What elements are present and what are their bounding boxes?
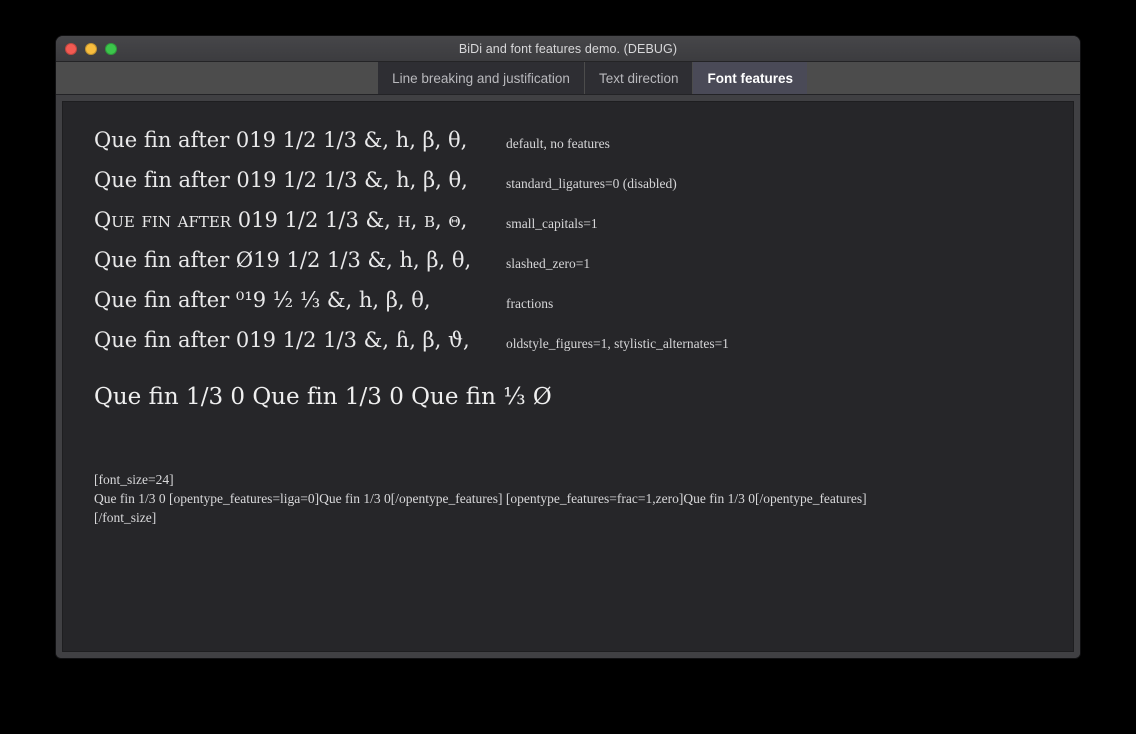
- mixed-segment-no-ligatures: Que fin 1/3 0: [252, 384, 404, 410]
- content-frame: Que fin after 019 1/2 1/3 &, h, β, θ, de…: [56, 95, 1080, 658]
- feature-sample-text: Que fin after 019 1/2 1/3 &, h, β, θ,: [94, 124, 467, 156]
- window-title: BiDi and font features demo. (DEBUG): [56, 42, 1080, 56]
- feature-sample-text: Que fin after 019 1/2 1/3 &, ɦ, β, ϑ,: [94, 324, 470, 356]
- tab-bar-leading-space: [56, 62, 378, 94]
- feature-label: slashed_zero=1: [506, 244, 590, 280]
- zoom-button[interactable]: [105, 43, 117, 55]
- feature-label: standard_ligatures=0 (disabled): [506, 164, 677, 200]
- close-button[interactable]: [65, 43, 77, 55]
- feature-row: Que fin after 019 1/2 1/3 &, h, β, θ, st…: [63, 164, 1073, 204]
- tab-text-direction[interactable]: Text direction: [585, 62, 694, 94]
- feature-label: fractions: [506, 284, 553, 320]
- feature-row: Que fin after 019 1/2 1/3 &, h, β, θ, de…: [63, 124, 1073, 164]
- feature-label: default, no features: [506, 124, 610, 160]
- feature-label: oldstyle_figures=1, stylistic_alternates…: [506, 324, 729, 360]
- feature-sample-text: Que fin after 019 1/2 1/3 &, h, β, θ,: [94, 164, 468, 196]
- tab-bar-trailing-space: [808, 62, 1080, 94]
- feature-sample-text: Que fin after 019 1/2 1/3 &, h, β, θ,: [94, 204, 467, 236]
- minimize-button[interactable]: [85, 43, 97, 55]
- window-titlebar: BiDi and font features demo. (DEBUG): [56, 36, 1080, 62]
- mixed-segment-fractions: Que fin ⅓ Ø: [404, 384, 552, 410]
- app-window: BiDi and font features demo. (DEBUG) Lin…: [56, 36, 1080, 658]
- feature-row: Que fin after Ø19 1/2 1/3 &, h, β, θ, sl…: [63, 244, 1073, 284]
- markup-source-block: [font_size=24] Que fin 1/3 0 [opentype_f…: [94, 470, 867, 527]
- markup-line-font-size-open: [font_size=24]: [94, 472, 174, 487]
- feature-row: Que fin after 019 1/2 1/3 &, ɦ, β, ϑ, ol…: [63, 324, 1073, 364]
- window-controls: [65, 36, 117, 61]
- feature-demo-list: Que fin after 019 1/2 1/3 &, h, β, θ, de…: [63, 124, 1073, 364]
- feature-label: small_capitals=1: [506, 204, 598, 240]
- feature-row: Que fin after ⁰¹9 ½ ⅓ &, h, β, θ, fracti…: [63, 284, 1073, 324]
- mixed-segment-default: Que fin 1/3 0: [94, 384, 252, 410]
- markup-line-font-size-close: [/font_size]: [94, 510, 156, 525]
- tab-line-breaking-and-justification[interactable]: Line breaking and justification: [378, 62, 585, 94]
- feature-sample-text: Que fin after ⁰¹9 ½ ⅓ &, h, β, θ,: [94, 284, 431, 316]
- feature-row: Que fin after 019 1/2 1/3 &, h, β, θ, sm…: [63, 204, 1073, 244]
- font-features-panel: Que fin after 019 1/2 1/3 &, h, β, θ, de…: [62, 101, 1074, 652]
- mixed-features-line: Que fin 1/3 0 Que fin 1/3 0 Que fin ⅓ Ø: [94, 382, 552, 412]
- markup-line-body: Que fin 1/3 0 [opentype_features=liga=0]…: [94, 491, 867, 506]
- feature-sample-text: Que fin after Ø19 1/2 1/3 &, h, β, θ,: [94, 244, 471, 276]
- tab-font-features[interactable]: Font features: [693, 62, 808, 94]
- tab-bar: Line breaking and justification Text dir…: [56, 62, 1080, 95]
